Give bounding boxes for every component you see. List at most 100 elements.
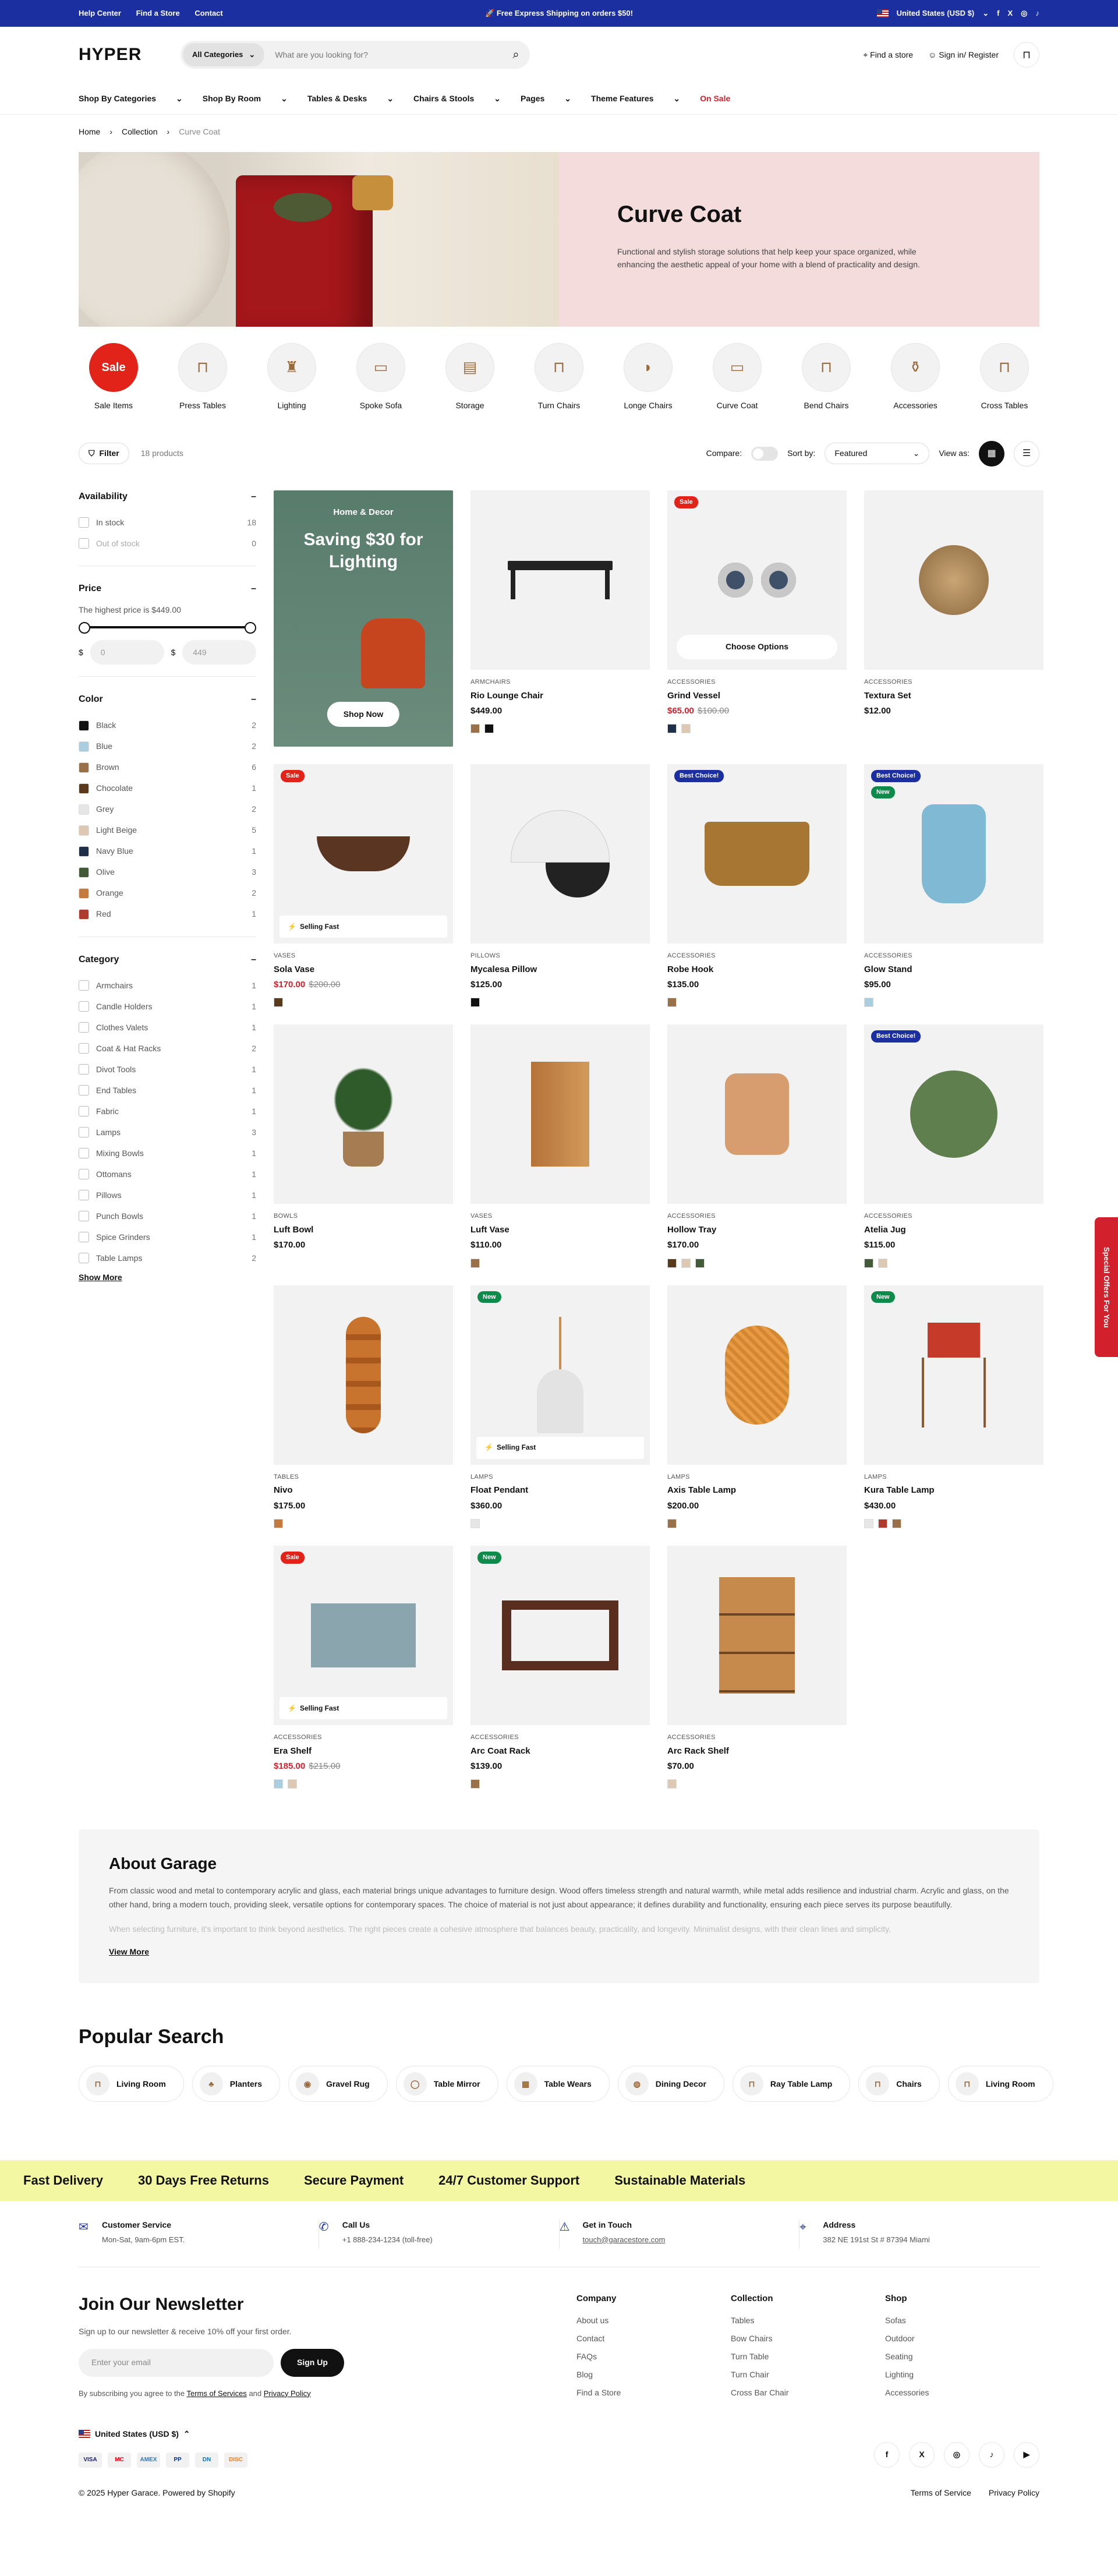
product-image-wrap[interactable]: New Selling Fast — [470, 1285, 650, 1465]
product-card[interactable]: ACCESSORIES Hollow Tray $170.00 — [667, 1024, 847, 1268]
sort-select[interactable]: Featured ⌄ — [825, 443, 930, 465]
footer-link[interactable]: Turn Table — [731, 2351, 885, 2362]
search-icon[interactable]: ⌕ — [504, 47, 528, 63]
product-name[interactable]: Nivo — [274, 1485, 453, 1496]
popular-search-pill[interactable]: ⊓ Living Room — [79, 2066, 184, 2103]
category-item[interactable]: ▭ Curve Coat — [702, 343, 772, 411]
color-swatch[interactable] — [878, 1518, 887, 1528]
product-image-wrap[interactable]: Best Choice! New — [864, 764, 1043, 944]
color-swatch[interactable] — [470, 1518, 480, 1528]
checkbox[interactable] — [79, 1022, 89, 1033]
shop-now-button[interactable]: Shop Now — [327, 702, 400, 727]
category-option[interactable]: Armchairs 1 — [79, 975, 256, 996]
checkbox[interactable] — [79, 1064, 89, 1075]
color-swatch[interactable] — [274, 1518, 283, 1528]
help-center-link[interactable]: Help Center — [79, 9, 121, 17]
footer-link[interactable]: Bow Chairs — [731, 2333, 885, 2344]
category-option[interactable]: Candle Holders 1 — [79, 996, 256, 1017]
product-image-wrap[interactable]: Sale Selling Fast — [274, 764, 453, 944]
popular-search-pill[interactable]: ◉ Gravel Rug — [288, 2066, 388, 2103]
checkbox[interactable] — [79, 538, 89, 549]
x-icon[interactable]: X — [1007, 8, 1013, 19]
product-image-wrap[interactable]: Sale Choose Options — [667, 490, 847, 670]
category-option[interactable]: Fabric 1 — [79, 1101, 256, 1122]
product-image-wrap[interactable] — [667, 1545, 847, 1725]
email-field[interactable]: Enter your email — [79, 2348, 274, 2377]
nav-on-sale[interactable]: On Sale — [700, 93, 730, 104]
product-image-wrap[interactable] — [470, 1024, 650, 1204]
privacy-link[interactable]: Privacy Policy — [264, 2389, 311, 2398]
category-item[interactable]: ⚱ Accessories — [880, 343, 950, 411]
product-name[interactable]: Rio Lounge Chair — [470, 690, 650, 702]
price-range-slider[interactable] — [79, 621, 256, 634]
popular-search-pill[interactable]: ⊓ Ray Table Lamp — [732, 2066, 851, 2103]
category-option[interactable]: Mixing Bowls 1 — [79, 1143, 256, 1164]
promo-card[interactable]: Home & Decor Saving $30 for Lighting Sho… — [274, 490, 453, 747]
footer-link[interactable]: Seating — [885, 2351, 1039, 2362]
category-option[interactable]: Clothes Valets 1 — [79, 1017, 256, 1038]
category-option[interactable]: Lamps 3 — [79, 1122, 256, 1143]
sign-up-button[interactable]: Sign Up — [281, 2348, 344, 2377]
product-name[interactable]: Float Pendant — [470, 1485, 650, 1496]
show-more-link[interactable]: Show More — [79, 1272, 122, 1283]
nav-item[interactable]: Shop By Categories — [79, 93, 156, 104]
color-swatch[interactable] — [667, 1779, 677, 1789]
category-item[interactable]: ▭ Spoke Sofa — [346, 343, 416, 411]
color-swatch[interactable] — [470, 1258, 480, 1268]
product-name[interactable]: Arc Coat Rack — [470, 1745, 650, 1757]
color-swatch[interactable] — [79, 720, 89, 731]
checkbox[interactable] — [79, 1043, 89, 1054]
category-item[interactable]: ⊓ Turn Chairs — [524, 343, 594, 411]
color-swatch[interactable] — [79, 741, 89, 752]
product-image-wrap[interactable]: New — [470, 1545, 650, 1725]
footer-link[interactable]: Sofas — [885, 2315, 1039, 2326]
currency-selector[interactable]: United States (USD $) — [897, 8, 975, 19]
product-name[interactable]: Hollow Tray — [667, 1224, 847, 1236]
color-swatch[interactable] — [470, 998, 480, 1008]
special-offers-tab[interactable]: Special Offers For You — [1095, 1217, 1118, 1357]
popular-search-pill[interactable]: ⊓ Living Room — [947, 2066, 1053, 2103]
product-name[interactable]: Robe Hook — [667, 964, 847, 976]
category-option[interactable]: Spice Grinders 1 — [79, 1227, 256, 1248]
privacy-policy-link[interactable]: Privacy Policy — [989, 2488, 1039, 2497]
color-option[interactable]: Red 1 — [79, 904, 256, 925]
footer-link[interactable]: Blog — [576, 2369, 731, 2380]
account-button[interactable]: ☺ Sign in/ Register — [928, 50, 999, 61]
product-card[interactable]: VASES Luft Vase $110.00 — [470, 1024, 650, 1268]
product-name[interactable]: Glow Stand — [864, 964, 1043, 976]
color-swatch[interactable] — [681, 724, 691, 734]
footer-link[interactable]: Accessories — [885, 2387, 1039, 2398]
category-item[interactable]: ◗ Longe Chairs — [613, 343, 683, 411]
product-card[interactable]: TABLES Nivo $175.00 — [274, 1285, 453, 1528]
popular-search-pill[interactable]: ◯ Table Mirror — [395, 2066, 498, 2103]
color-swatch[interactable] — [79, 783, 89, 794]
product-image-wrap[interactable] — [470, 490, 650, 670]
checkbox[interactable] — [79, 1001, 89, 1012]
cart-icon[interactable]: ⊓ — [1014, 42, 1039, 68]
terms-link[interactable]: Terms of Services — [187, 2389, 247, 2398]
product-card[interactable]: Best Choice! ACCESSORIES Atelia Jug $115.00 — [864, 1024, 1043, 1268]
category-item[interactable]: ⊓ Bend Chairs — [791, 343, 861, 411]
product-card[interactable]: PILLOWS Mycalesa Pillow $125.00 — [470, 764, 650, 1008]
category-option[interactable]: Punch Bowls 1 — [79, 1206, 256, 1227]
product-name[interactable]: Kura Table Lamp — [864, 1485, 1043, 1496]
color-swatch[interactable] — [484, 724, 494, 734]
product-image-wrap[interactable] — [667, 1024, 847, 1204]
color-option[interactable]: Brown 6 — [79, 757, 256, 778]
product-image-wrap[interactable] — [470, 764, 650, 944]
list-view-icon[interactable]: ☰ — [1014, 440, 1039, 467]
availability-option[interactable]: Out of stock 0 — [79, 533, 256, 554]
search-input[interactable] — [264, 50, 504, 59]
color-swatch[interactable] — [79, 867, 89, 878]
footer-link[interactable]: Lighting — [885, 2369, 1039, 2380]
color-swatch[interactable] — [288, 1779, 297, 1789]
product-card[interactable]: Sale Selling Fast ACCESSORIES Era Shelf $185… — [274, 1545, 453, 1789]
footer-link[interactable]: Contact — [576, 2333, 731, 2344]
nav-item[interactable]: Tables & Desks — [307, 93, 367, 104]
compare-toggle[interactable] — [751, 446, 779, 461]
product-card[interactable]: ACCESSORIES Arc Rack Shelf $70.00 — [667, 1545, 847, 1789]
x-icon[interactable]: X — [909, 2441, 935, 2468]
collapse-icon[interactable]: – — [251, 953, 256, 966]
product-card[interactable]: New Selling Fast LAMPS Float Pendant $360.00 — [470, 1285, 650, 1528]
color-swatch[interactable] — [695, 1258, 705, 1268]
